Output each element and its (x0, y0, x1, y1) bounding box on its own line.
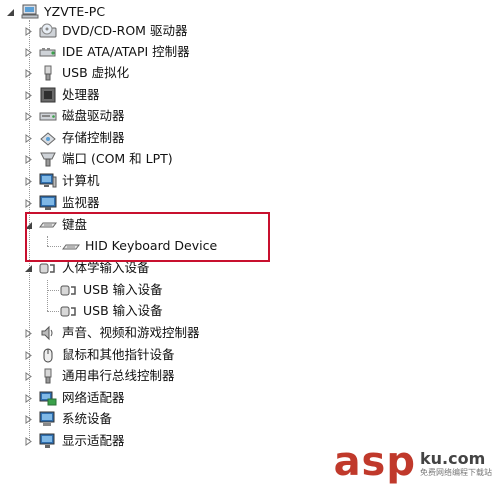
expand-arrow-icon[interactable] (24, 414, 33, 424)
tree-item-label: 鼠标和其他指针设备 (62, 347, 175, 362)
expand-arrow-icon[interactable] (24, 350, 33, 360)
watermark-main: asp (333, 439, 416, 485)
watermark: asp ku.com 免费网络编程下载站 (334, 442, 492, 482)
highlight-box (25, 212, 270, 262)
tree-item-label: 显示适配器 (62, 433, 125, 448)
expand-arrow-icon[interactable] (24, 133, 33, 143)
tree-item-network-adapter[interactable]: 网络适配器 (24, 388, 125, 408)
disk-drive-icon (39, 108, 57, 124)
hid-icon (60, 282, 78, 298)
network-adapter-icon (39, 390, 57, 406)
port-icon (39, 151, 57, 167)
ide-controller-icon (39, 44, 57, 60)
computer-icon (39, 173, 57, 189)
tree-item-usb-virtualization[interactable]: USB 虚拟化 (24, 63, 129, 83)
tree-item-ide-controller[interactable]: IDE ATA/ATAPI 控制器 (24, 42, 190, 62)
tree-item-label: 存储控制器 (62, 130, 125, 145)
expand-arrow-icon[interactable] (24, 111, 33, 121)
collapse-arrow-icon[interactable] (24, 264, 33, 273)
watermark-side: ku.com 免费网络编程下载站 (420, 450, 492, 478)
tree-item-label: 监视器 (62, 195, 100, 210)
tree-item-label: IDE ATA/ATAPI 控制器 (62, 44, 190, 59)
expand-arrow-icon[interactable] (24, 393, 33, 403)
tree-item-label: USB 虚拟化 (62, 65, 130, 80)
expand-arrow-icon[interactable] (24, 26, 33, 36)
tree-line (47, 280, 48, 311)
expand-arrow-icon[interactable] (24, 328, 33, 338)
watermark-site: ku.com (420, 449, 486, 468)
expand-arrow-icon[interactable] (24, 176, 33, 186)
storage-controller-icon (39, 130, 57, 146)
expand-arrow-icon[interactable] (24, 436, 33, 446)
monitor-icon (39, 195, 57, 211)
tree-item-usb-input-device[interactable]: USB 输入设备 (60, 301, 163, 321)
tree-item-dvd-drive[interactable]: DVD/CD-ROM 驱动器 (24, 21, 187, 41)
tree-item-label: DVD/CD-ROM 驱动器 (62, 23, 188, 38)
expand-arrow-icon[interactable] (24, 198, 33, 208)
tree-item-system-device[interactable]: 系统设备 (24, 409, 112, 429)
watermark-slogan: 免费网络编程下载站 (420, 468, 492, 477)
usb-icon (39, 368, 57, 384)
tree-item-label: USB 输入设备 (83, 303, 163, 318)
tree-line (47, 311, 59, 312)
tree-item-label: 系统设备 (62, 411, 113, 426)
tree-item-label: 磁盘驱动器 (62, 108, 125, 123)
tree-item-computer[interactable]: 计算机 (24, 171, 100, 191)
tree-item-display-adapter[interactable]: 显示适配器 (24, 431, 125, 451)
collapse-arrow-icon[interactable] (6, 8, 15, 17)
tree-root[interactable]: YZVTE-PC (6, 2, 105, 22)
tree-item-sound-video-game[interactable]: 声音、视频和游戏控制器 (24, 323, 200, 343)
tree-item-monitor[interactable]: 监视器 (24, 193, 100, 213)
expand-arrow-icon[interactable] (24, 68, 33, 78)
tree-item-label: 端口 (COM 和 LPT) (62, 151, 173, 166)
tree-item-label: 通用串行总线控制器 (62, 368, 175, 383)
speaker-icon (39, 325, 57, 341)
tree-root-label: YZVTE-PC (44, 4, 106, 19)
expand-arrow-icon[interactable] (24, 90, 33, 100)
hid-icon (60, 303, 78, 319)
mouse-icon (39, 347, 57, 363)
tree-item-disk-drive[interactable]: 磁盘驱动器 (24, 106, 125, 126)
tree-item-label: 声音、视频和游戏控制器 (62, 325, 200, 340)
tree-item-label: 处理器 (62, 87, 100, 102)
expand-arrow-icon[interactable] (24, 154, 33, 164)
tree-item-port[interactable]: 端口 (COM 和 LPT) (24, 149, 173, 169)
usb-icon (39, 65, 57, 81)
computer-icon (21, 4, 39, 20)
tree-item-processor[interactable]: 处理器 (24, 85, 100, 105)
tree-item-label: 网络适配器 (62, 390, 125, 405)
tree-item-usb-input-device[interactable]: USB 输入设备 (60, 280, 163, 300)
system-device-icon (39, 411, 57, 427)
expand-arrow-icon[interactable] (24, 371, 33, 381)
tree-item-usb-controllers[interactable]: 通用串行总线控制器 (24, 366, 175, 386)
expand-arrow-icon[interactable] (24, 47, 33, 57)
hid-icon (39, 260, 57, 276)
processor-icon (39, 87, 57, 103)
tree-item-label: USB 输入设备 (83, 282, 163, 297)
tree-item-mouse[interactable]: 鼠标和其他指针设备 (24, 345, 175, 365)
tree-item-label: 计算机 (62, 173, 100, 188)
tree-item-storage-controller[interactable]: 存储控制器 (24, 128, 125, 148)
dvd-drive-icon (39, 23, 57, 39)
tree-line (47, 290, 59, 291)
display-adapter-icon (39, 433, 57, 449)
